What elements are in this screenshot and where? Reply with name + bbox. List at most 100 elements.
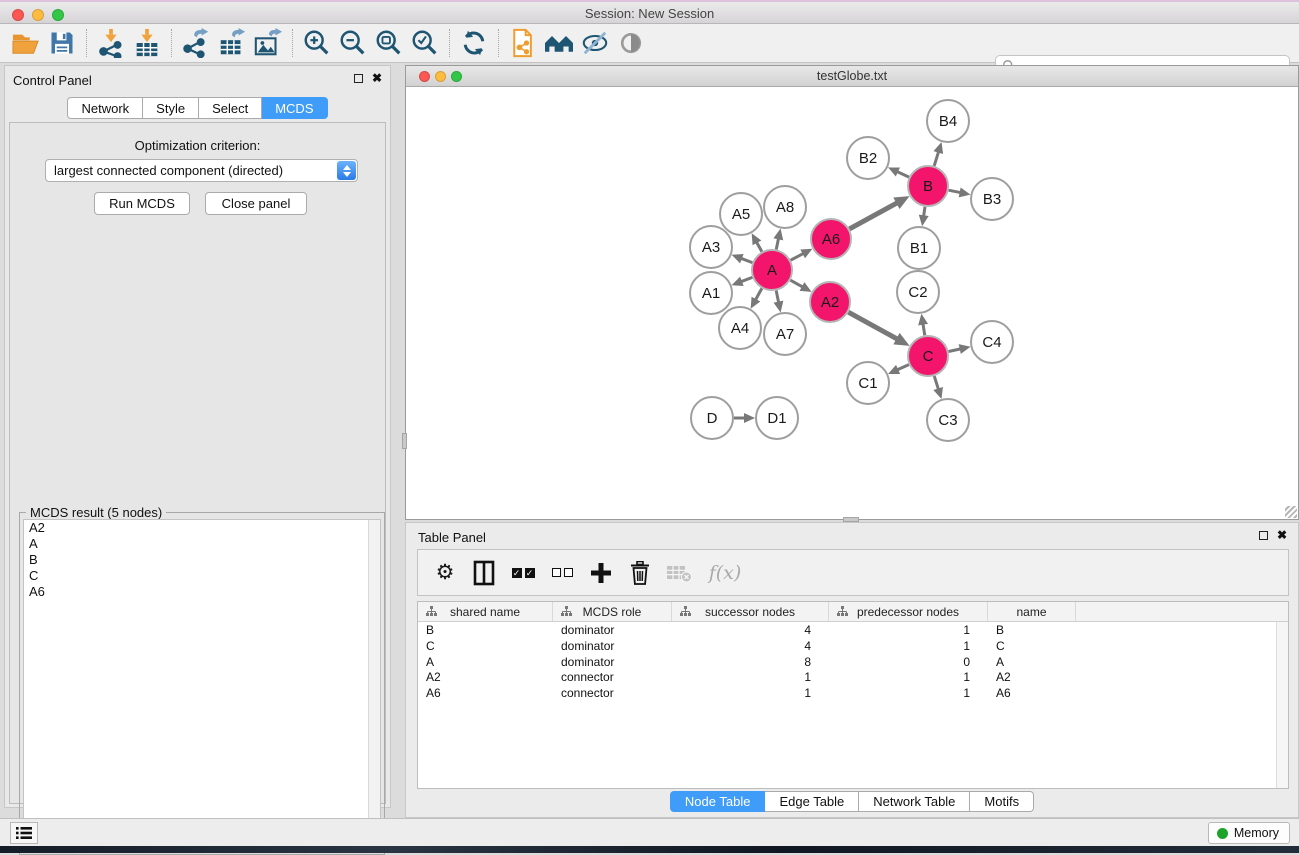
- graph-edge[interactable]: [755, 288, 762, 300]
- graph-node-B2[interactable]: B2: [847, 137, 889, 179]
- graph-edge[interactable]: [790, 280, 803, 287]
- list-item[interactable]: A6: [24, 584, 380, 600]
- optimization-criterion-select[interactable]: largest connected component (directed): [45, 159, 358, 182]
- tab-network[interactable]: Network: [67, 97, 143, 119]
- duplicate-network-icon[interactable]: [505, 27, 541, 59]
- task-history-button[interactable]: [10, 822, 38, 844]
- graph-edge[interactable]: [934, 376, 938, 390]
- column-header-name[interactable]: name: [988, 602, 1076, 621]
- table-toolbar: ⚙ ✓✓ f(x): [417, 549, 1289, 596]
- zoom-in-icon[interactable]: [299, 27, 335, 59]
- svg-text:A: A: [767, 262, 777, 279]
- deselect-all-icon[interactable]: [547, 558, 577, 588]
- column-header-MCDS-role[interactable]: MCDS role: [553, 602, 672, 621]
- floppy-save-icon[interactable]: [44, 27, 80, 59]
- svg-text:C: C: [923, 348, 934, 365]
- graph-edge[interactable]: [949, 349, 962, 352]
- zoom-out-icon[interactable]: [335, 27, 371, 59]
- tab-select[interactable]: Select: [199, 97, 262, 119]
- graph-edge[interactable]: [896, 171, 909, 177]
- folder-open-icon[interactable]: [8, 27, 44, 59]
- table-header-row: shared nameMCDS rolesuccessor nodesprede…: [418, 602, 1288, 622]
- table-row[interactable]: Cdominator41C: [418, 638, 1288, 654]
- graph-node-A6[interactable]: A6: [811, 219, 851, 259]
- float-table-panel-icon[interactable]: [1259, 531, 1268, 540]
- table-row[interactable]: Adominator80A: [418, 654, 1288, 670]
- run-mcds-button[interactable]: Run MCDS: [94, 192, 190, 215]
- column-header-predecessor-nodes[interactable]: predecessor nodes: [829, 602, 988, 621]
- graph-edge[interactable]: [849, 202, 898, 229]
- graph-edge[interactable]: [934, 151, 939, 166]
- delete-table-icon[interactable]: [664, 558, 694, 588]
- import-network-icon[interactable]: [93, 27, 129, 59]
- import-table-icon[interactable]: [129, 27, 165, 59]
- graph-edge-arrow: [934, 142, 944, 154]
- tab-network-table[interactable]: Network Table: [859, 791, 970, 812]
- left-collapse-handle[interactable]: [402, 433, 407, 449]
- show-columns-icon[interactable]: [469, 558, 499, 588]
- graph-node-A8[interactable]: A8: [764, 186, 806, 228]
- graph-edge[interactable]: [791, 253, 805, 260]
- add-column-icon[interactable]: [586, 558, 616, 588]
- graph-node-C1[interactable]: C1: [847, 362, 889, 404]
- result-list-scrollbar[interactable]: [368, 520, 380, 850]
- table-row[interactable]: A6connector11A6: [418, 685, 1288, 701]
- tab-style[interactable]: Style: [143, 97, 199, 119]
- export-network-icon[interactable]: [178, 27, 214, 59]
- list-item[interactable]: C: [24, 568, 380, 584]
- column-header-successor-nodes[interactable]: successor nodes: [672, 602, 829, 621]
- close-table-panel-icon[interactable]: ✖: [1277, 530, 1287, 541]
- column-header-shared-name[interactable]: shared name: [418, 602, 553, 621]
- graph-node-C2[interactable]: C2: [897, 271, 939, 313]
- graph-node-C4[interactable]: C4: [971, 321, 1013, 363]
- graph-node-D1[interactable]: D1: [756, 397, 798, 439]
- list-item[interactable]: A2: [24, 520, 380, 536]
- graph-node-A[interactable]: A: [752, 250, 792, 290]
- gray-eye-icon[interactable]: [613, 27, 649, 59]
- export-image-icon[interactable]: [250, 27, 286, 59]
- close-panel-icon[interactable]: ✖: [372, 73, 382, 84]
- svg-text:A1: A1: [702, 285, 720, 302]
- trash-icon[interactable]: [625, 558, 655, 588]
- svg-text:A7: A7: [776, 326, 794, 343]
- function-builder-icon[interactable]: f(x): [703, 558, 747, 588]
- tab-motifs[interactable]: Motifs: [970, 791, 1034, 812]
- zoom-selected-icon[interactable]: [407, 27, 443, 59]
- graph-node-B4[interactable]: B4: [927, 100, 969, 142]
- memory-button[interactable]: Memory: [1208, 822, 1290, 844]
- graph-node-B3[interactable]: B3: [971, 178, 1013, 220]
- graph-edge[interactable]: [848, 312, 898, 339]
- table-row[interactable]: A2connector11A2: [418, 669, 1288, 685]
- graph-node-B1[interactable]: B1: [898, 227, 940, 269]
- graph-node-D[interactable]: D: [691, 397, 733, 439]
- graph-node-A4[interactable]: A4: [719, 307, 761, 349]
- graph-node-A1[interactable]: A1: [690, 272, 732, 314]
- tab-mcds[interactable]: MCDS: [262, 97, 327, 119]
- close-panel-button[interactable]: Close panel: [205, 192, 307, 215]
- select-all-icon[interactable]: ✓✓: [508, 558, 538, 588]
- graph-node-A5[interactable]: A5: [720, 193, 762, 235]
- float-panel-icon[interactable]: [354, 74, 363, 83]
- resize-grip[interactable]: [1285, 506, 1297, 518]
- table-row[interactable]: Bdominator41B: [418, 622, 1288, 638]
- graph-node-A7[interactable]: A7: [764, 313, 806, 355]
- table-cell: 1: [672, 685, 829, 701]
- export-table-icon[interactable]: [214, 27, 250, 59]
- graph-node-A3[interactable]: A3: [690, 226, 732, 268]
- houses-icon[interactable]: [541, 27, 577, 59]
- graph-node-A2[interactable]: A2: [810, 282, 850, 322]
- network-canvas[interactable]: B4 B2 B B3 A5A8A6 B1 A3 A C2 A1 A2 A4 A7 C4 C C1 C3 D D1: [406, 88, 1298, 519]
- graph-node-C[interactable]: C: [908, 336, 948, 376]
- refresh-icon[interactable]: [456, 27, 492, 59]
- hide-eye-icon[interactable]: [577, 27, 613, 59]
- tab-edge-table[interactable]: Edge Table: [765, 791, 859, 812]
- tab-node-table[interactable]: Node Table: [670, 791, 766, 812]
- table-scrollbar[interactable]: [1276, 622, 1288, 788]
- graph-edge[interactable]: [896, 365, 909, 371]
- graph-node-C3[interactable]: C3: [927, 399, 969, 441]
- list-item[interactable]: B: [24, 552, 380, 568]
- gear-icon[interactable]: ⚙: [430, 558, 460, 588]
- zoom-fit-icon[interactable]: [371, 27, 407, 59]
- list-item[interactable]: A: [24, 536, 380, 552]
- graph-node-B[interactable]: B: [908, 166, 948, 206]
